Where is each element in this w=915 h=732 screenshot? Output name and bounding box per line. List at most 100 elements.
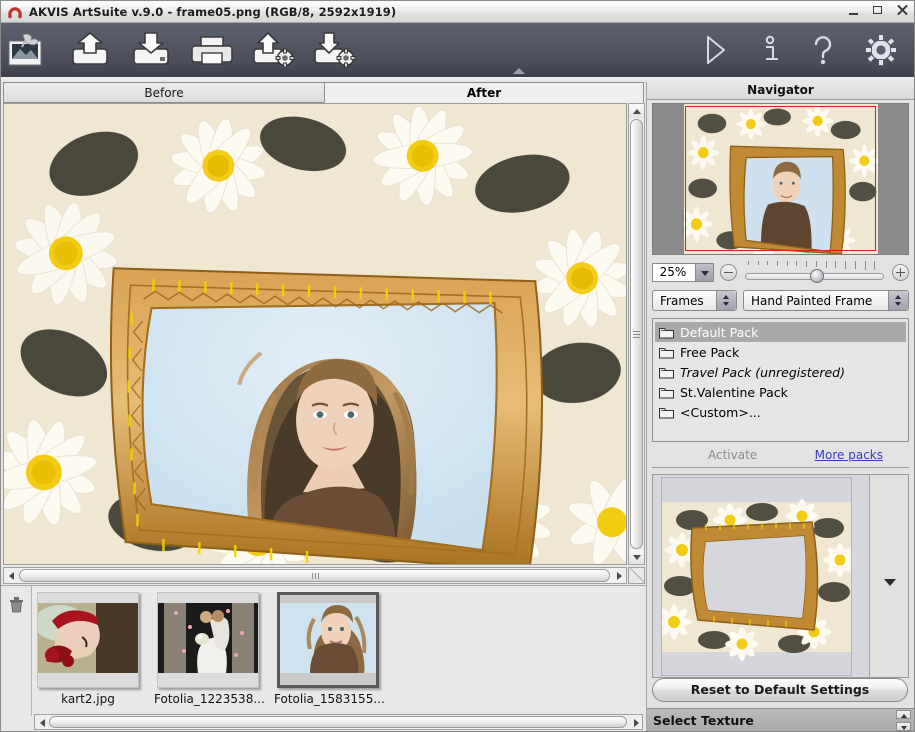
frame-style-selector[interactable]: Hand Painted Frame <box>743 290 909 311</box>
pack-actions: Activate More packs <box>652 446 909 468</box>
title-bar: AKVIS ArtSuite v.9.0 - frame05.png (RGB/… <box>1 1 914 23</box>
more-packs-link[interactable]: More packs <box>815 448 883 462</box>
horizontal-scroll-thumb[interactable] <box>19 569 610 582</box>
pack-list-item[interactable]: Default Pack <box>655 322 906 342</box>
navigator-viewport-rect[interactable] <box>685 106 876 251</box>
close-button[interactable] <box>895 3 910 18</box>
run-icon[interactable] <box>700 33 730 67</box>
folder-icon <box>659 326 674 339</box>
reset-to-default-settings-button[interactable]: Reset to Default Settings <box>652 678 908 702</box>
thumbnail-preview <box>158 603 258 673</box>
scroll-right-button[interactable] <box>612 568 626 583</box>
frame-style-value: Hand Painted Frame <box>744 294 888 308</box>
filmstrip-thumbnails: kart2.jpg <box>34 592 382 706</box>
activate-button: Activate <box>708 448 757 462</box>
thumbnail-image[interactable] <box>157 592 259 688</box>
tab-after[interactable]: After <box>324 82 644 103</box>
thumbnail-label: Fotolia_1223538... <box>154 692 262 706</box>
navigator-title: Navigator <box>647 82 914 100</box>
pack-list-item-label: Travel Pack (unregistered) <box>680 365 845 380</box>
thumbnail-image[interactable] <box>277 592 379 688</box>
filmstrip-scroll-right-button[interactable] <box>629 715 642 729</box>
pack-list-item-label: St.Valentine Pack <box>680 385 788 400</box>
window-controls <box>847 3 910 18</box>
frame-preview-scroll-column[interactable] <box>869 475 908 677</box>
pack-list-item[interactable]: <Custom>... <box>655 402 906 422</box>
thumbnail-label: Fotolia_1583155... <box>274 692 382 706</box>
minimize-button[interactable] <box>847 3 862 18</box>
folder-icon <box>659 406 674 419</box>
canvas-vertical-scrollbar[interactable] <box>628 103 645 565</box>
zoom-slider-knob[interactable] <box>810 269 824 283</box>
filmstrip-delete-column <box>1 586 32 716</box>
spinner-icon[interactable] <box>888 291 908 310</box>
main-toolbar <box>1 23 914 79</box>
toolbar-right-group <box>700 33 898 67</box>
scroll-left-button[interactable] <box>4 568 18 583</box>
pack-list-item[interactable]: St.Valentine Pack <box>655 382 906 402</box>
filmstrip-item[interactable]: Fotolia_1583155... <box>274 592 382 706</box>
toolbar-left-group <box>7 27 356 71</box>
effect-selectors: Frames Hand Painted Frame <box>652 290 909 312</box>
zoom-level-value: 25% <box>653 265 695 279</box>
canvas-horizontal-scrollbar[interactable] <box>3 567 627 584</box>
preferences-icon[interactable] <box>864 33 898 67</box>
akvis-logo-icon <box>6 4 24 20</box>
folder-icon <box>659 386 674 399</box>
pack-list-item-label: <Custom>... <box>680 405 761 420</box>
frame-preview-panel[interactable] <box>652 474 909 678</box>
pack-list-item[interactable]: Free Pack <box>655 342 906 362</box>
scroll-down-button[interactable] <box>629 550 644 564</box>
window-title: AKVIS ArtSuite v.9.0 - frame05.png (RGB/… <box>29 5 396 19</box>
folder-icon <box>659 346 674 359</box>
scroll-up-button[interactable] <box>629 104 644 118</box>
maximize-button[interactable] <box>871 3 886 18</box>
filmstrip-scroll-thumb[interactable] <box>49 716 627 728</box>
right-panel: Navigator <box>646 82 914 732</box>
select-texture-section[interactable]: Select Texture <box>647 708 914 732</box>
thumbnail-label: kart2.jpg <box>34 692 142 706</box>
navigator-view[interactable] <box>652 103 909 255</box>
framed-photo-preview <box>4 104 626 564</box>
toolbar-collapse-icon[interactable] <box>513 68 525 74</box>
filmstrip-item[interactable]: kart2.jpg <box>34 592 142 706</box>
select-texture-spinner[interactable] <box>896 710 911 731</box>
thumbnail-preview <box>38 603 138 673</box>
trash-icon[interactable] <box>9 596 24 616</box>
spinner-icon[interactable] <box>716 291 736 310</box>
zoom-level-combobox[interactable]: 25% <box>652 263 714 282</box>
save-image-icon[interactable] <box>129 27 173 71</box>
folder-icon <box>659 366 674 379</box>
select-texture-label: Select Texture <box>653 713 754 728</box>
tab-before[interactable]: Before <box>3 82 325 103</box>
load-preset-icon[interactable] <box>251 27 295 71</box>
category-value: Frames <box>653 294 716 308</box>
zoom-out-button[interactable] <box>720 264 737 281</box>
pack-list-item[interactable]: Travel Pack (unregistered) <box>655 362 906 382</box>
filmstrip-scrollbar[interactable] <box>34 714 643 730</box>
chevron-down-icon[interactable] <box>695 264 713 281</box>
filmstrip-scroll-left-button[interactable] <box>35 715 48 729</box>
pack-list[interactable]: Default Pack Free Pack Travel Pack (unre… <box>652 318 909 442</box>
pack-list-item-label: Free Pack <box>680 345 739 360</box>
info-icon[interactable] <box>758 33 782 67</box>
thumbnail-preview <box>280 603 376 673</box>
help-icon[interactable] <box>810 33 836 67</box>
zoom-in-button[interactable] <box>892 264 909 281</box>
save-preset-icon[interactable] <box>312 27 356 71</box>
application-window: AKVIS ArtSuite v.9.0 - frame05.png (RGB/… <box>0 0 915 732</box>
vertical-scroll-thumb[interactable] <box>630 119 643 549</box>
filmstrip-item[interactable]: Fotolia_1223538... <box>154 592 262 706</box>
scroll-down-icon[interactable] <box>884 579 896 586</box>
resize-corner[interactable] <box>628 567 645 584</box>
zoom-slider[interactable] <box>743 261 886 283</box>
image-filmstrip: kart2.jpg <box>1 585 646 732</box>
app-photo-icon[interactable] <box>7 27 51 71</box>
image-canvas[interactable] <box>3 103 627 565</box>
frame-preview-image[interactable] <box>661 477 852 676</box>
thumbnail-image[interactable] <box>37 592 139 688</box>
open-image-icon[interactable] <box>68 27 112 71</box>
image-view-tabs: Before After <box>3 82 645 103</box>
print-icon[interactable] <box>190 27 234 71</box>
category-selector[interactable]: Frames <box>652 290 737 311</box>
